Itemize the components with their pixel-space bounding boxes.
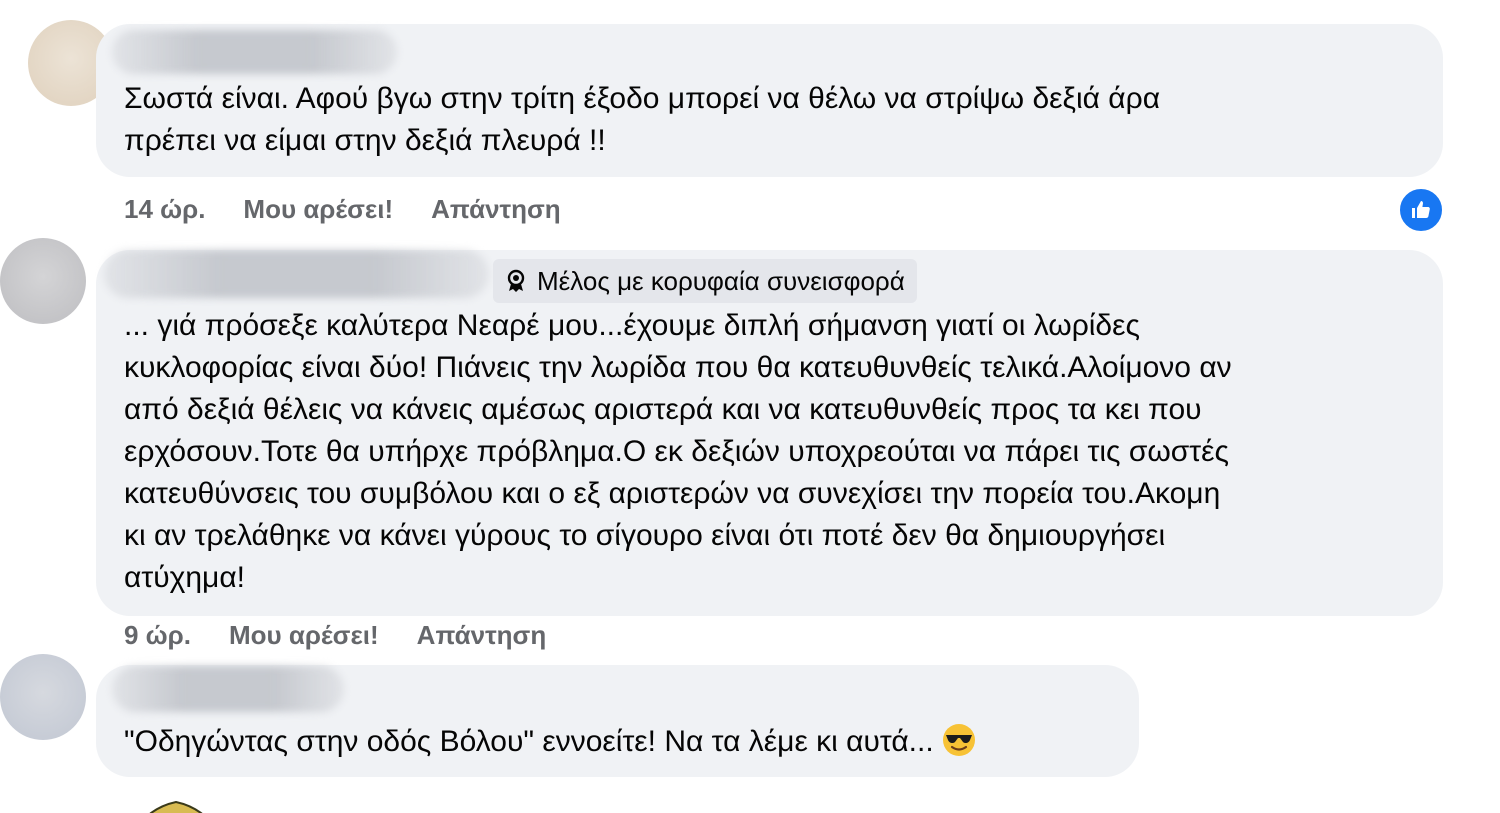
reply-button[interactable]: Απάντηση (431, 194, 561, 225)
comment-text: "Οδηγώντας στην οδός Βόλου" εννοείτε! Να… (124, 725, 934, 758)
comment-timestamp[interactable]: 9 ώρ. (124, 620, 191, 651)
blurred-author-name[interactable] (104, 250, 489, 298)
reply-button[interactable]: Απάντηση (417, 620, 547, 651)
smiling-face-with-sunglasses-icon (942, 724, 975, 756)
avatar[interactable] (0, 654, 86, 740)
top-contributor-badge[interactable]: Μέλος με κορυφαία συνεισφορά (493, 259, 917, 303)
comment-timestamp[interactable]: 14 ώρ. (124, 194, 205, 225)
comment-text-line: "Οδηγώντας στην οδός Βόλου" εννοείτε! Να… (124, 721, 1124, 763)
reaction-count[interactable] (1398, 187, 1444, 233)
next-comment-avatar[interactable] (128, 794, 224, 813)
comment-text: ... γιά πρόσεξε καλύτερα Νεαρέ μου...έχο… (124, 309, 1232, 594)
blurred-author-name[interactable] (112, 30, 397, 74)
badge-label: Μέλος με κορυφαία συνεισφορά (537, 265, 905, 296)
blurred-author-name[interactable] (112, 666, 344, 712)
thumbs-up-icon (1412, 201, 1430, 218)
like-button[interactable]: Μου αρέσει! (243, 194, 393, 225)
comment-actions: 9 ώρ. Μου αρέσει! Απάντηση (124, 620, 546, 651)
comment-actions: 14 ώρ. Μου αρέσει! Απάντηση (124, 194, 561, 225)
comment-text: Σωστά είναι. Αφού βγω στην τρίτη έξοδο μ… (124, 82, 1161, 157)
like-button[interactable]: Μου αρέσει! (229, 620, 379, 651)
comments-section: Σωστά είναι. Αφού βγω στην τρίτη έξοδο μ… (0, 0, 1500, 813)
avatar[interactable] (0, 238, 86, 324)
top-contributor-icon (507, 269, 525, 292)
